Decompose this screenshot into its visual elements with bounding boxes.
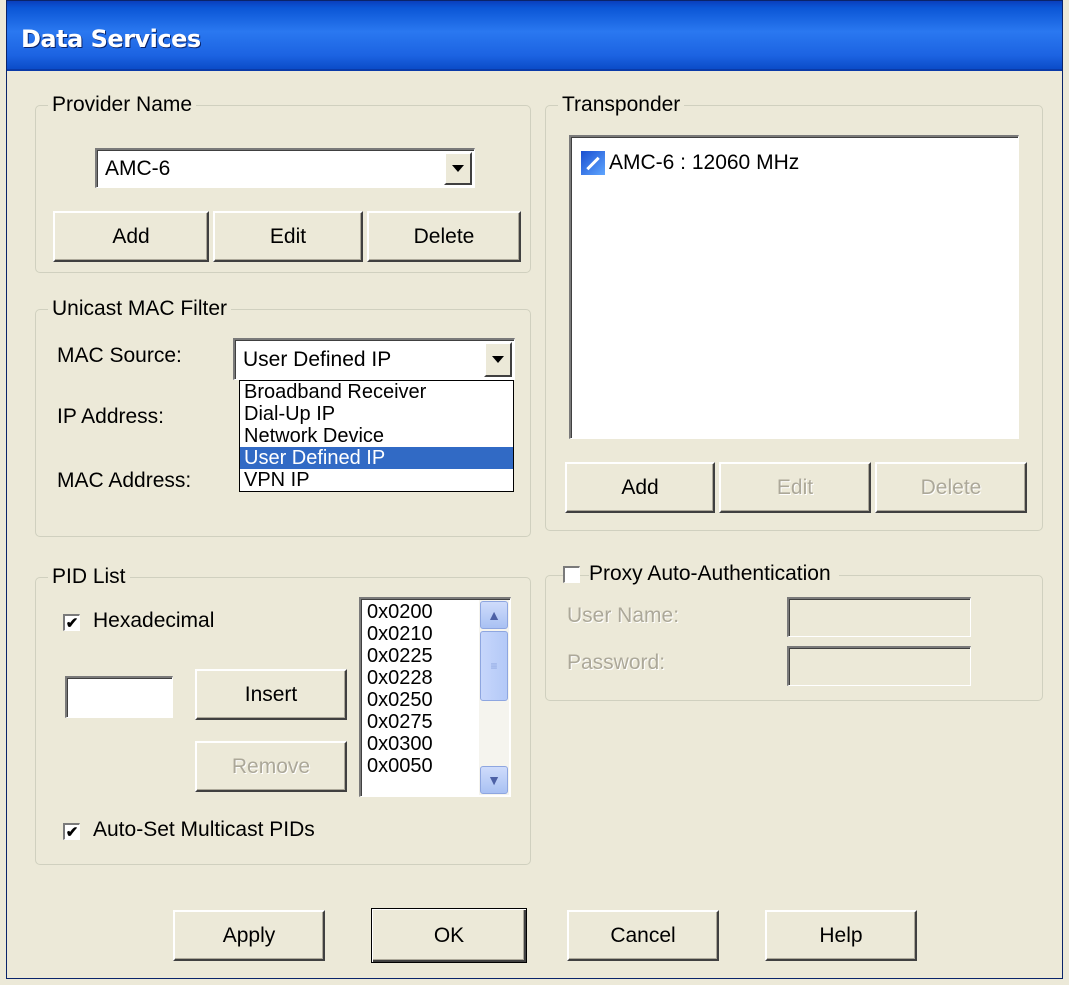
scroll-up-icon[interactable]: ▲ <box>480 601 508 629</box>
proxy-auth-label: Proxy Auto-Authentication <box>589 562 839 586</box>
mac-source-value: User Defined IP <box>243 348 392 371</box>
pid-input[interactable] <box>65 676 173 718</box>
pid-scrollbar[interactable]: ▲ ≡ ▼ <box>479 600 509 795</box>
cancel-button[interactable]: Cancel <box>567 910 719 961</box>
provider-name-legend: Provider Name <box>48 93 197 117</box>
provider-dropdown-arrow[interactable] <box>444 152 472 185</box>
provider-edit-button[interactable]: Edit <box>213 211 363 262</box>
dropdown-option[interactable]: VPN IP <box>240 469 513 491</box>
window-title: Data Services <box>21 25 201 53</box>
apply-button[interactable]: Apply <box>173 910 325 961</box>
title-bar[interactable]: Data Services <box>7 1 1062 71</box>
proxy-auth-checkbox[interactable] <box>563 566 580 583</box>
help-button[interactable]: Help <box>765 910 917 961</box>
scroll-thumb[interactable]: ≡ <box>480 631 508 701</box>
remove-button[interactable]: Remove <box>195 741 347 792</box>
transponder-delete-button[interactable]: Delete <box>875 462 1027 513</box>
transponder-item[interactable]: AMC-6 : 12060 MHz <box>581 151 799 175</box>
transponder-edit-button[interactable]: Edit <box>719 462 871 513</box>
insert-button[interactable]: Insert <box>195 669 347 720</box>
user-name-field[interactable] <box>787 597 971 637</box>
user-name-label: User Name: <box>567 604 680 627</box>
hexadecimal-checkbox[interactable]: ✔ <box>63 614 80 631</box>
hexadecimal-label: Hexadecimal <box>93 609 215 632</box>
provider-delete-button[interactable]: Delete <box>367 211 521 262</box>
transponder-list[interactable]: AMC-6 : 12060 MHz <box>569 135 1019 439</box>
password-field[interactable] <box>787 646 971 686</box>
provider-name-value: AMC-6 <box>105 157 171 180</box>
satellite-icon <box>581 151 605 175</box>
mac-source-dropdown-arrow[interactable] <box>484 342 512 377</box>
dropdown-option[interactable]: Dial-Up IP <box>240 403 513 425</box>
data-services-dialog: Data Services Provider Name AMC-6 Add Ed… <box>6 0 1063 979</box>
transponder-add-button[interactable]: Add <box>565 462 715 513</box>
ip-address-label: IP Address: <box>57 405 165 428</box>
auto-set-multicast-label: Auto-Set Multicast PIDs <box>93 818 315 841</box>
chevron-down-icon <box>492 356 504 363</box>
auto-set-multicast-checkbox[interactable]: ✔ <box>63 823 80 840</box>
mac-source-label: MAC Source: <box>57 344 182 367</box>
password-label: Password: <box>567 651 666 674</box>
dropdown-option[interactable]: Network Device <box>240 425 513 447</box>
pid-list-legend: PID List <box>48 565 130 589</box>
dropdown-option-selected[interactable]: User Defined IP <box>240 447 513 469</box>
transponder-item-label: AMC-6 : 12060 MHz <box>609 151 800 174</box>
pid-listbox[interactable]: 0x0200 0x0210 0x0225 0x0228 0x0250 0x027… <box>359 597 511 797</box>
ok-button[interactable]: OK <box>371 908 527 963</box>
provider-add-button[interactable]: Add <box>53 211 209 262</box>
mac-address-label: MAC Address: <box>57 469 192 492</box>
provider-name-select[interactable]: AMC-6 <box>95 148 475 188</box>
transponder-legend: Transponder <box>558 93 685 117</box>
unicast-mac-filter-legend: Unicast MAC Filter <box>48 297 232 321</box>
mac-source-dropdown-list[interactable]: Broadband Receiver Dial-Up IP Network De… <box>239 380 514 492</box>
chevron-down-icon <box>452 165 464 172</box>
dropdown-option[interactable]: Broadband Receiver <box>240 381 513 403</box>
scroll-down-icon[interactable]: ▼ <box>480 766 508 794</box>
mac-source-select[interactable]: User Defined IP <box>233 338 515 380</box>
